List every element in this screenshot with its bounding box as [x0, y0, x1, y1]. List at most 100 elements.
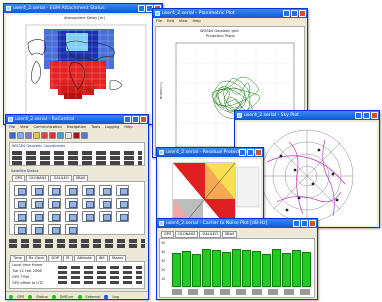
cn0-bar — [232, 249, 241, 287]
rxcontrol-menu: File View Communication Navigation Tools… — [6, 124, 148, 131]
rxcontrol-window: user4_2.serial - RxControl File View Com… — [5, 114, 149, 300]
maximize-button[interactable] — [247, 149, 254, 156]
maximize-button[interactable] — [132, 116, 139, 123]
residual-titlebar[interactable]: user4_2.serial - Residual Protection Lev… — [157, 148, 263, 157]
minimize-button[interactable] — [293, 220, 300, 227]
satellite-button[interactable] — [116, 211, 129, 222]
menu-file[interactable]: File — [9, 124, 15, 131]
status-diffcorr: DiffCorr — [59, 294, 74, 299]
minimize-button[interactable] — [138, 5, 145, 12]
menu-logging[interactable]: Logging — [105, 124, 119, 131]
open-icon[interactable] — [33, 132, 40, 139]
satellite-button[interactable] — [14, 224, 27, 235]
sky-plot-title: user4_2.serial - Sky Plot — [244, 113, 299, 118]
close-button[interactable] — [309, 220, 316, 227]
minimize-button[interactable] — [124, 116, 131, 123]
close-button[interactable] — [299, 10, 306, 17]
satellite-button[interactable] — [48, 185, 61, 196]
menu-edit[interactable]: Edit — [167, 18, 174, 25]
satellite-button[interactable] — [116, 198, 129, 209]
cn0-bar — [272, 249, 281, 287]
satellite-button[interactable] — [82, 211, 95, 222]
log-led-icon — [104, 294, 109, 299]
close-button[interactable] — [140, 116, 147, 123]
status-log: Log — [112, 294, 119, 299]
rxcontrol-titlebar[interactable]: user4_2.serial - RxControl — [6, 115, 148, 124]
satellite-button[interactable] — [65, 185, 78, 196]
status-bar: GPS Status DiffCorr External Log — [6, 291, 148, 299]
maximize-button[interactable] — [291, 10, 298, 17]
settings-icon[interactable] — [57, 132, 64, 139]
tab-glonass[interactable]: GLONASS — [175, 231, 199, 238]
satellite-button[interactable] — [99, 211, 112, 222]
cn0-bar — [172, 253, 181, 287]
planimetric-titlebar[interactable]: user4_2.serial - Planimetric Plot — [153, 9, 307, 18]
tab-gps[interactable]: GPS — [161, 231, 175, 238]
y-tick: 20 — [161, 268, 166, 272]
save-icon[interactable] — [25, 132, 32, 139]
satellite-button[interactable] — [99, 198, 112, 209]
menu-tools[interactable]: Tools — [91, 124, 100, 131]
earth-map-titlebar[interactable]: user4_2.serial - EGM Attachment Status — [4, 4, 162, 13]
cn0-bar — [262, 254, 271, 287]
maximize-button[interactable] — [301, 220, 308, 227]
menu-navigation[interactable]: Navigation — [67, 124, 86, 131]
satellite-button[interactable] — [82, 185, 95, 196]
cn0-bar — [282, 253, 291, 287]
menu-help[interactable]: Help — [193, 18, 201, 25]
satellite-button[interactable] — [65, 224, 78, 235]
plot-icon[interactable] — [65, 132, 72, 139]
satellite-button[interactable] — [31, 211, 44, 222]
status-gps: GPS — [17, 294, 25, 299]
cn0-bar — [242, 250, 251, 287]
disconnect-icon[interactable] — [17, 132, 24, 139]
menu-help[interactable]: Help — [124, 124, 132, 131]
earth-map-area: Atmosphere Delay [m] — [6, 15, 160, 123]
satellite-button[interactable] — [48, 211, 61, 222]
satellite-button[interactable] — [116, 185, 129, 196]
menu-communication[interactable]: Communication — [34, 124, 62, 131]
y-tick: 40 — [161, 250, 166, 254]
menu-view[interactable]: View — [20, 124, 29, 131]
satellite-button[interactable] — [14, 185, 27, 196]
tab-sbas[interactable]: SBAS — [221, 231, 238, 238]
satellite-button[interactable] — [31, 224, 44, 235]
satellite-button[interactable] — [65, 198, 78, 209]
app-icon — [159, 221, 164, 226]
y-tick: 50 — [161, 241, 166, 245]
satellite-button[interactable] — [31, 198, 44, 209]
close-button[interactable] — [255, 149, 262, 156]
minimize-button[interactable] — [239, 149, 246, 156]
satellite-button[interactable] — [82, 198, 95, 209]
satellite-button[interactable] — [65, 211, 78, 222]
menu-file[interactable]: File — [156, 18, 162, 25]
stop-icon[interactable] — [73, 132, 80, 139]
satellite-button[interactable] — [31, 185, 44, 196]
record-icon[interactable] — [49, 132, 56, 139]
planimetric-title: user4_2.serial - Planimetric Plot — [162, 11, 235, 16]
menu-view[interactable]: View — [179, 18, 188, 25]
satellite-button[interactable] — [14, 198, 27, 209]
satellite-button[interactable] — [14, 211, 27, 222]
connect-icon[interactable] — [9, 132, 16, 139]
cn0-plot-window: user4_2.serial - Carrier to Noise Plot [… — [156, 218, 318, 300]
help-icon[interactable] — [81, 132, 88, 139]
tab-galileo[interactable]: GALILEO — [199, 231, 221, 238]
close-button[interactable] — [371, 112, 378, 119]
minimize-button[interactable] — [283, 10, 290, 17]
cn0-titlebar[interactable]: user4_2.serial - Carrier to Noise Plot [… — [157, 219, 317, 228]
cn0-plot-area: 50 40 30 20 10 — [159, 238, 315, 298]
external-led-icon — [77, 294, 82, 299]
app-icon — [8, 117, 13, 122]
minimize-button[interactable] — [355, 112, 362, 119]
status-led-icon — [28, 294, 33, 299]
satellite-button[interactable] — [99, 185, 112, 196]
y-tick: 10 — [161, 277, 166, 281]
desktop: user4_2.serial - EGM Attachment Status A… — [0, 0, 382, 302]
log-icon[interactable] — [41, 132, 48, 139]
sky-plot-titlebar[interactable]: user4_2.serial - Sky Plot — [235, 111, 379, 120]
earth-map-caption: Atmosphere Delay [m] — [64, 16, 105, 20]
maximize-button[interactable] — [363, 112, 370, 119]
satellite-button[interactable] — [48, 224, 61, 235]
satellite-button[interactable] — [48, 198, 61, 209]
